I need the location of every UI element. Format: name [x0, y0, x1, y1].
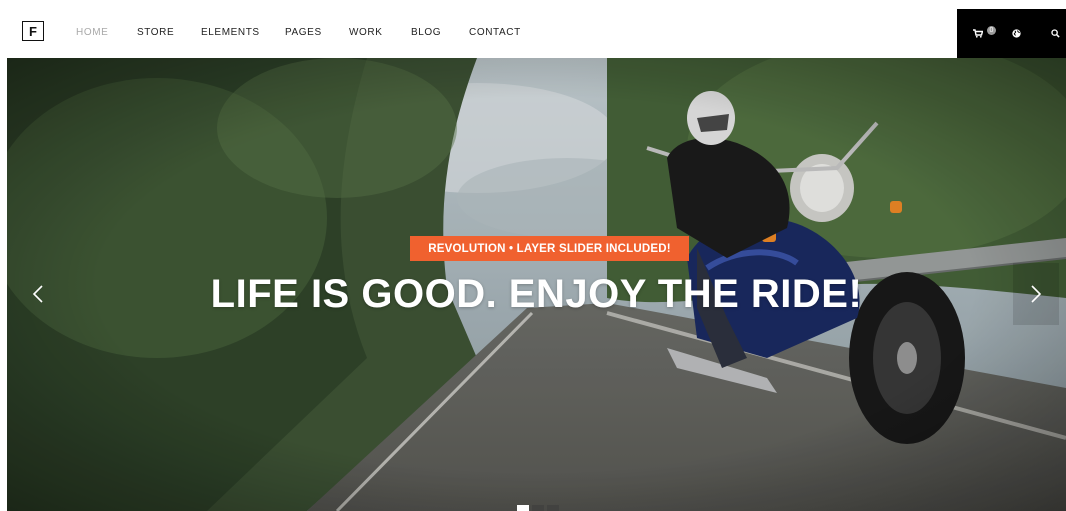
chevron-left-icon [32, 285, 43, 303]
slider-pagination [517, 505, 559, 511]
chevron-right-icon [1031, 285, 1042, 303]
hero-eyebrow-label: REVOLUTION • LAYER SLIDER INCLUDED! [410, 236, 689, 261]
logo-letter: F [29, 23, 37, 39]
site-logo[interactable]: F [22, 21, 44, 41]
nav-item-work[interactable]: WORK [349, 27, 383, 39]
slider-next-button[interactable] [1013, 263, 1059, 325]
nav-item-home[interactable]: HOME [76, 27, 108, 39]
slider-dot[interactable] [517, 505, 529, 511]
hero-slider: REVOLUTION • LAYER SLIDER INCLUDED! LIFE… [7, 58, 1066, 511]
site-header: F HOME STORE ELEMENTS PAGES WORK BLOG CO… [0, 0, 1066, 58]
cart-count-badge: 0 [987, 26, 996, 35]
globe-icon[interactable] [1012, 26, 1021, 40]
nav-item-contact[interactable]: CONTACT [469, 27, 521, 39]
nav-item-pages[interactable]: PAGES [285, 27, 322, 39]
hero-headline: LIFE IS GOOD. ENJOY THE RIDE! [210, 272, 863, 316]
nav-item-store[interactable]: STORE [137, 27, 174, 39]
nav-item-elements[interactable]: ELEMENTS [201, 27, 260, 39]
cart-icon[interactable] [973, 26, 983, 40]
nav-item-blog[interactable]: BLOG [411, 27, 441, 39]
slider-dot[interactable] [547, 505, 559, 511]
header-utility-bar: 0 [957, 9, 1066, 58]
slider-prev-button[interactable] [15, 263, 61, 325]
search-icon[interactable] [1051, 26, 1060, 40]
slider-dot[interactable] [532, 505, 544, 511]
